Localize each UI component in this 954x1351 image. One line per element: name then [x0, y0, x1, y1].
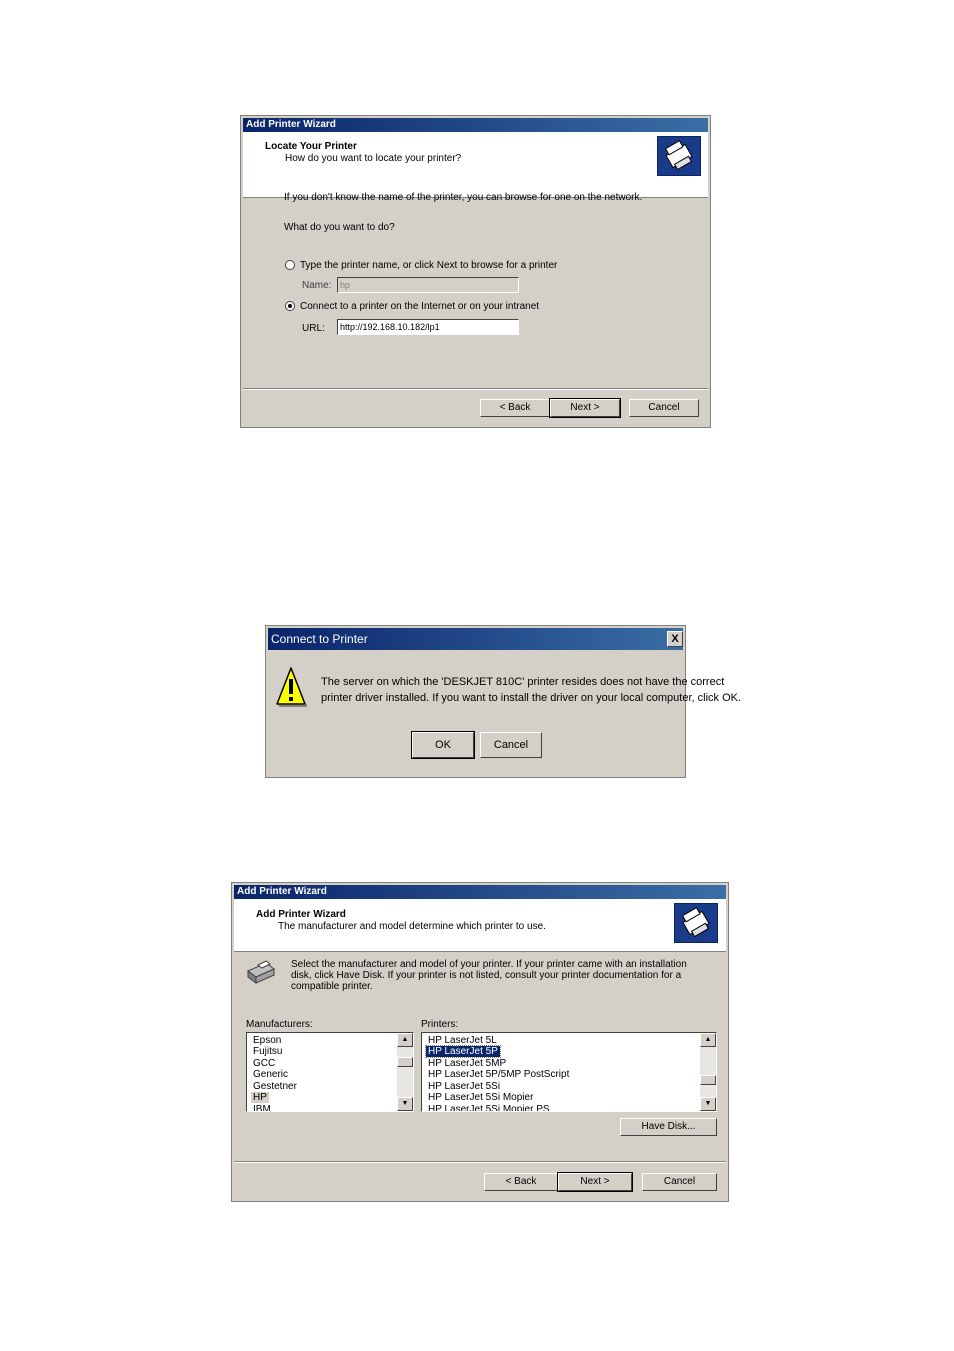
option-type-name-label[interactable]: Type the printer name, or click Next to … — [300, 260, 557, 271]
url-label: URL: — [302, 323, 325, 334]
option-connect-internet-radio[interactable] — [285, 301, 295, 311]
question-text: What do you want to do? — [284, 222, 395, 233]
list-item[interactable]: HP LaserJet 5Si Mopier PS — [426, 1104, 552, 1111]
instructions-line-1: Select the manufacturer and model of you… — [291, 959, 687, 970]
back-button[interactable]: < Back — [480, 399, 550, 417]
list-item[interactable]: Fujitsu — [251, 1046, 284, 1057]
ok-button[interactable]: OK — [411, 731, 475, 759]
printer-icon — [657, 136, 701, 176]
list-item-selected[interactable]: HP — [251, 1092, 269, 1103]
footer-separator — [243, 388, 708, 390]
title-bar: Connect to Printer — [268, 628, 683, 650]
header-subtitle: The manufacturer and model determine whi… — [278, 921, 546, 932]
list-item[interactable]: HP LaserJet 5Si — [426, 1081, 502, 1092]
message-line-1: The server on which the 'DESKJET 810C' p… — [321, 676, 725, 688]
cancel-button[interactable]: Cancel — [629, 399, 699, 417]
scroll-up-arrow-icon[interactable]: ▲ — [700, 1033, 716, 1047]
scroll-thumb[interactable] — [700, 1075, 716, 1085]
list-item[interactable]: Gestetner — [251, 1081, 299, 1092]
next-button[interactable]: Next > — [549, 398, 621, 418]
add-printer-wizard-driver: Add Printer Wizard Add Printer Wizard Th… — [231, 882, 729, 1202]
list-item[interactable]: Generic — [251, 1069, 290, 1080]
list-item[interactable]: HP LaserJet 5MP — [426, 1058, 508, 1069]
wizard-header: Add Printer Wizard The manufacturer and … — [234, 899, 726, 952]
title-bar: Add Printer Wizard — [243, 118, 708, 132]
url-input[interactable]: http://192.168.10.182/lp1 — [337, 319, 519, 335]
list-item[interactable]: HP LaserJet 5L — [426, 1035, 499, 1046]
title-bar: Add Printer Wizard — [234, 885, 726, 899]
list-item-selected[interactable]: HP LaserJet 5P — [425, 1045, 501, 1058]
printer-icon — [674, 903, 718, 943]
header-subtitle: How do you want to locate your printer? — [285, 153, 462, 164]
list-item[interactable]: Epson — [251, 1035, 283, 1046]
printers-list[interactable]: HP LaserJet 5L HP LaserJet 5P HP LaserJe… — [421, 1032, 717, 1112]
warning-icon — [275, 666, 307, 708]
manufacturers-label: Manufacturers: — [246, 1019, 313, 1030]
printers-label: Printers: — [421, 1019, 459, 1030]
option-type-name-radio[interactable] — [285, 260, 295, 270]
scroll-down-arrow-icon[interactable]: ▼ — [700, 1097, 716, 1111]
footer-separator — [234, 1161, 726, 1163]
manufacturers-scrollbar[interactable]: ▲ ▼ — [397, 1033, 413, 1111]
dialog-title: Connect to Printer — [271, 632, 368, 646]
header-title: Add Printer Wizard — [256, 909, 346, 920]
option-connect-internet-label[interactable]: Connect to a printer on the Internet or … — [300, 301, 539, 312]
printer-setup-icon — [244, 959, 278, 985]
wizard-header: Locate Your Printer How do you want to l… — [243, 132, 708, 198]
instructions-line-3: compatible printer. — [291, 981, 373, 992]
cancel-button[interactable]: Cancel — [642, 1173, 717, 1191]
next-button[interactable]: Next > — [557, 1172, 633, 1192]
message-line-2: printer driver installed. If you want to… — [321, 692, 742, 704]
scroll-down-arrow-icon[interactable]: ▼ — [397, 1097, 413, 1111]
list-item[interactable]: HP LaserJet 5P/5MP PostScript — [426, 1069, 571, 1080]
list-item[interactable]: HP LaserJet 5Si Mopier — [426, 1092, 535, 1103]
printers-scrollbar[interactable]: ▲ ▼ — [700, 1033, 716, 1111]
cancel-button[interactable]: Cancel — [480, 732, 542, 758]
have-disk-button[interactable]: Have Disk... — [620, 1118, 717, 1136]
back-button[interactable]: < Back — [484, 1173, 558, 1191]
name-input[interactable]: hp — [337, 277, 519, 293]
connect-to-printer-dialog: Connect to Printer X The server on which… — [265, 625, 741, 778]
scroll-up-arrow-icon[interactable]: ▲ — [397, 1033, 413, 1047]
close-button[interactable]: X — [667, 631, 683, 647]
name-label: Name: — [302, 280, 332, 291]
intro-text: If you don't know the name of the printe… — [284, 192, 643, 203]
scroll-thumb[interactable] — [397, 1057, 413, 1067]
manufacturers-list[interactable]: Epson Fujitsu GCC Generic Gestetner HP I… — [246, 1032, 414, 1112]
header-title: Locate Your Printer — [265, 141, 357, 152]
instructions-line-2: disk, click Have Disk. If your printer i… — [291, 970, 682, 981]
add-printer-wizard-locate: Add Printer Wizard Locate Your Printer H… — [240, 115, 711, 428]
list-item[interactable]: GCC — [251, 1058, 277, 1069]
list-item[interactable]: IBM — [251, 1104, 273, 1111]
